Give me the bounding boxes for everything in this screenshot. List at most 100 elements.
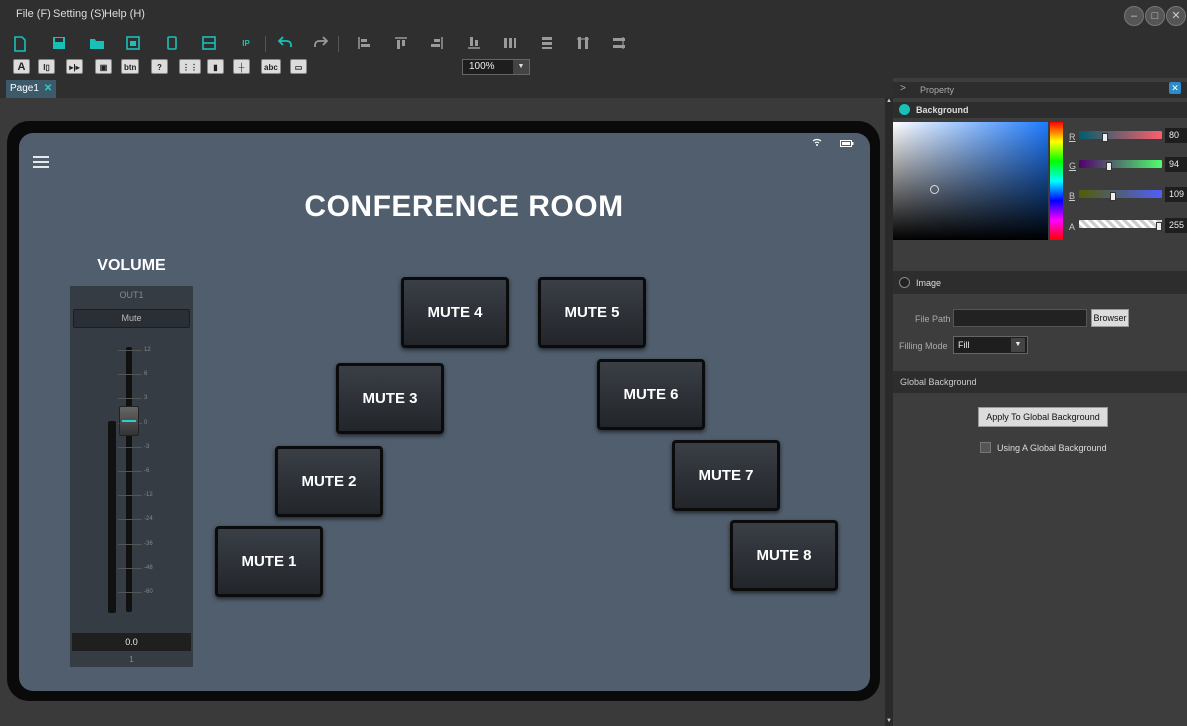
apply-global-background-button[interactable]: Apply To Global Background: [978, 407, 1108, 427]
close-window-button[interactable]: ✕: [1166, 6, 1186, 26]
menu-file[interactable]: File (F): [16, 8, 51, 20]
same-height-icon[interactable]: [611, 36, 627, 52]
scale-tick: [118, 495, 142, 496]
picker-cursor[interactable]: [930, 185, 939, 194]
label-widget-icon[interactable]: I▯: [38, 59, 55, 74]
align-bottom-icon[interactable]: [466, 36, 482, 52]
image-radio[interactable]: [899, 277, 910, 288]
hue-slider[interactable]: [1050, 122, 1063, 240]
image-option[interactable]: Image: [893, 271, 1187, 294]
fader-widget-icon[interactable]: ┼: [233, 59, 250, 74]
scale-label: 12: [144, 347, 151, 353]
r-value[interactable]: 80: [1165, 128, 1187, 143]
frame-widget-icon[interactable]: ▭: [290, 59, 307, 74]
r-slider-knob[interactable]: [1102, 133, 1108, 142]
text-widget-button[interactable]: A: [13, 59, 30, 74]
mute-4-button[interactable]: MUTE 4: [401, 277, 509, 348]
scale-tick: [118, 544, 142, 545]
image-widget-icon[interactable]: ▣: [95, 59, 112, 74]
scale-label: -3: [144, 444, 150, 450]
property-title: Property: [920, 85, 955, 95]
align-right-icon[interactable]: [429, 36, 445, 52]
background-radio[interactable]: [899, 104, 910, 115]
mute-8-button[interactable]: MUTE 8: [730, 520, 838, 591]
scale-tick: [118, 568, 142, 569]
scale-tick: [118, 519, 142, 520]
help-widget-button[interactable]: ?: [151, 59, 168, 74]
scale-label: -12: [144, 492, 153, 498]
g-value[interactable]: 94: [1165, 157, 1187, 172]
global-background-section: Global Background: [893, 371, 1187, 393]
button-widget-button[interactable]: btn: [121, 59, 140, 74]
menu-help[interactable]: Help (H): [104, 8, 145, 20]
fader-knob[interactable]: [119, 406, 139, 436]
ip-settings-icon[interactable]: IP: [238, 36, 254, 52]
volume-value[interactable]: 0.0: [72, 633, 191, 651]
scale-tick: [118, 471, 142, 472]
fader-track[interactable]: [126, 347, 132, 612]
a-slider-knob[interactable]: [1156, 222, 1162, 231]
zoom-select[interactable]: 100% ▼: [462, 59, 530, 75]
scroll-up-icon[interactable]: ▲: [886, 98, 892, 104]
r-slider[interactable]: [1079, 131, 1162, 139]
g-slider[interactable]: [1079, 160, 1162, 168]
browser-button[interactable]: Browser: [1091, 309, 1129, 327]
b-slider-knob[interactable]: [1110, 192, 1116, 201]
tab-page1[interactable]: Page1 ✕: [6, 80, 56, 98]
background-label: Background: [916, 105, 969, 115]
b-value[interactable]: 109: [1165, 187, 1187, 202]
file-path-label: File Path: [915, 314, 951, 324]
save-icon[interactable]: [51, 36, 67, 52]
mute-1-button[interactable]: MUTE 1: [215, 526, 323, 597]
a-value[interactable]: 255: [1165, 218, 1187, 233]
scale-label: 6: [144, 371, 148, 377]
redo-icon[interactable]: [313, 36, 329, 52]
scale-label: 0: [144, 420, 148, 426]
align-top-icon[interactable]: [393, 36, 409, 52]
channel-label: OUT1: [119, 290, 144, 300]
background-option[interactable]: Background: [893, 102, 1187, 118]
file-path-input[interactable]: [953, 309, 1087, 327]
page-layout-icon[interactable]: [125, 36, 141, 52]
chevron-right-icon[interactable]: >: [900, 83, 906, 94]
g-slider-knob[interactable]: [1106, 162, 1112, 171]
same-width-icon[interactable]: [575, 36, 591, 52]
menu-bar: File (F) Setting (S) Help (H) – □ ✕: [0, 0, 1187, 32]
open-folder-icon[interactable]: [89, 36, 105, 52]
keypad-widget-icon[interactable]: ⋮⋮: [179, 59, 201, 74]
a-slider[interactable]: [1079, 220, 1162, 228]
media-widget-icon[interactable]: ▸|▸: [66, 59, 83, 74]
mute-7-button[interactable]: MUTE 7: [672, 440, 780, 511]
distribute-vertical-icon[interactable]: [539, 36, 555, 52]
mute-6-button[interactable]: MUTE 6: [597, 359, 705, 430]
maximize-button[interactable]: □: [1145, 6, 1165, 26]
close-panel-icon[interactable]: ✕: [1169, 82, 1181, 94]
scale-label: -36: [144, 541, 153, 547]
channel-number: 1: [129, 655, 134, 664]
undo-icon[interactable]: [277, 36, 293, 52]
new-file-icon[interactable]: [12, 36, 28, 52]
slider-widget-icon[interactable]: ▮: [207, 59, 224, 74]
tab-bar: Page1 ✕: [0, 78, 893, 98]
hamburger-menu-icon[interactable]: [33, 156, 49, 168]
use-global-background-checkbox[interactable]: [980, 442, 991, 453]
scale-label: -48: [144, 565, 153, 571]
textbox-widget-button[interactable]: abc: [261, 59, 281, 74]
scroll-down-icon[interactable]: ▼: [886, 718, 892, 724]
filling-mode-select[interactable]: Fill ▼: [953, 336, 1028, 354]
device-icon[interactable]: [164, 36, 180, 52]
menu-setting[interactable]: Setting (S): [53, 8, 105, 20]
chevron-down-icon: ▼: [513, 60, 529, 74]
channel-mute-button[interactable]: Mute: [73, 309, 190, 328]
close-tab-icon[interactable]: ✕: [44, 83, 52, 94]
upload-icon[interactable]: [201, 36, 217, 52]
mute-2-button[interactable]: MUTE 2: [275, 446, 383, 517]
distribute-horizontal-icon[interactable]: [502, 36, 518, 52]
minimize-button[interactable]: –: [1124, 6, 1144, 26]
mute-3-button[interactable]: MUTE 3: [336, 363, 444, 434]
battery-icon: [840, 139, 854, 149]
align-left-icon[interactable]: [356, 36, 372, 52]
mute-5-button[interactable]: MUTE 5: [538, 277, 646, 348]
color-picker[interactable]: [893, 122, 1048, 240]
b-slider[interactable]: [1079, 190, 1162, 198]
